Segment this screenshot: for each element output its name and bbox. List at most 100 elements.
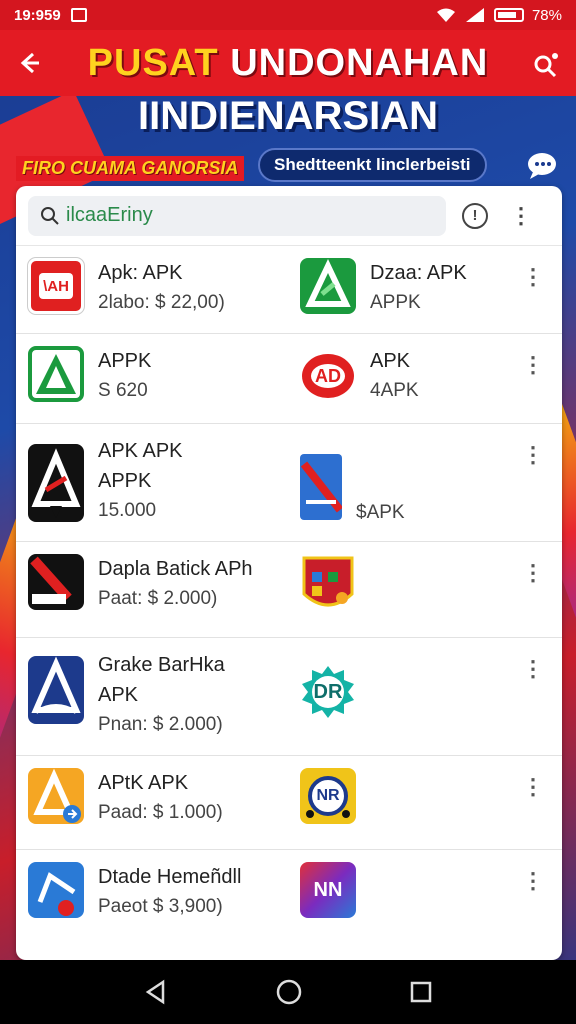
black-a-icon — [28, 444, 84, 522]
filter-pill[interactable]: Shedtteenkt linclerbeisti — [258, 148, 487, 182]
green-triangle-icon — [300, 258, 356, 314]
notification-icon — [70, 8, 87, 22]
app-item[interactable]: Dzaa: APK APPK — [288, 246, 560, 333]
wifi-icon — [436, 8, 455, 22]
nav-recents-icon[interactable] — [409, 980, 433, 1004]
info-button[interactable]: ! — [462, 202, 488, 229]
green-outline-triangle-icon — [28, 346, 84, 402]
icon-glyph: NN — [313, 878, 343, 901]
nr-badge-icon: NR — [300, 768, 356, 824]
app-price: Paat: $ 2.000) — [98, 588, 218, 609]
row-menu-button[interactable]: ⋮ — [522, 264, 544, 290]
list-row: Dtade Hemeñdll Paeot $ 3,900) NN ⋮ — [16, 850, 562, 960]
list-row: APtK APK Paad: $ 1.000) NR ⋮ — [16, 756, 562, 850]
dr-flower-icon: DR — [300, 664, 356, 720]
blue-card-icon — [300, 454, 342, 520]
app-name: Dtade Hemeñdll — [98, 866, 242, 888]
app-item[interactable]: DR — [288, 638, 560, 755]
row-menu-button[interactable]: ⋮ — [522, 656, 544, 682]
red-ah-icon: \AH — [28, 258, 84, 314]
app-item[interactable]: AD APK 4APK — [288, 334, 560, 423]
search-box[interactable] — [28, 195, 446, 236]
app-item[interactable]: APPK S 620 — [16, 334, 288, 423]
app-item[interactable] — [288, 542, 560, 637]
chat-button[interactable] — [522, 148, 562, 182]
app-price: 15.000 — [98, 500, 157, 521]
row-menu-button[interactable]: ⋮ — [522, 442, 544, 468]
app-item[interactable]: NR — [288, 756, 560, 849]
app-name: APtK APK — [98, 772, 189, 794]
app-price: Pnan: $ 2.000) — [98, 714, 223, 735]
orange-a-icon — [28, 768, 84, 824]
app-item[interactable]: Dtade Hemeñdll Paeot $ 3,900) — [16, 850, 288, 960]
app-price: 2labo: $ 22,00) — [98, 292, 225, 313]
row-menu-button[interactable]: ⋮ — [522, 774, 544, 800]
search-icon — [41, 206, 59, 225]
status-time: 19:959 — [14, 6, 61, 24]
app-item[interactable]: \AH Apk: APK 2labo: $ 22,00) — [16, 246, 288, 333]
row-menu-button[interactable]: ⋮ — [522, 560, 544, 586]
app-price: 4APK — [370, 380, 419, 401]
app-name: APK APK — [98, 440, 183, 462]
app-item[interactable]: Dapla Batick APh Paat: $ 2.000) — [16, 542, 288, 637]
back-arrow-icon — [20, 52, 39, 74]
icon-glyph: \AH — [39, 273, 73, 299]
app-item[interactable]: APtK APK Paad: $ 1.000) — [16, 756, 288, 849]
status-icons: 78% — [436, 7, 562, 24]
app-name: Dapla Batick APh — [98, 558, 253, 580]
title-main: UNDONAHAN — [230, 41, 489, 84]
app-name: Dzaa: APK — [370, 262, 467, 284]
app-item[interactable]: NN — [288, 850, 560, 960]
app-name: APK — [370, 350, 411, 372]
navy-a-icon — [28, 656, 84, 724]
app-name-line2: APPK — [98, 470, 152, 492]
red-ad-icon: AD — [300, 346, 356, 402]
app-header: PUSAT UNDONAHAN — [0, 30, 576, 96]
status-bar: 19:959 78% — [0, 0, 576, 30]
app-name: APPK — [98, 350, 152, 372]
app-price: S 620 — [98, 380, 148, 401]
list-row: APPK S 620 AD APK 4APK ⋮ — [16, 334, 562, 424]
icon-glyph: AD — [315, 365, 341, 386]
page-subtitle: IINDIENARSIAN — [137, 94, 439, 138]
list-row: APK APK APPK 15.000 $APK ⋮ — [16, 424, 562, 542]
row-menu-button[interactable]: ⋮ — [522, 868, 544, 894]
app-item[interactable]: APK APK APPK 15.000 — [16, 424, 288, 541]
page-title: PUSAT UNDONAHAN — [60, 42, 516, 85]
app-item[interactable]: Grake BarHka APK Pnan: $ 2.000) — [16, 638, 288, 755]
blue-square-icon — [28, 862, 84, 918]
back-button[interactable] — [0, 30, 60, 96]
app-price: APPK — [370, 292, 421, 313]
signal-icon — [465, 8, 484, 22]
app-name-line2: APK — [98, 684, 139, 706]
app-price: Paad: $ 1.000) — [98, 802, 223, 823]
app-name: Apk: APK — [98, 262, 183, 284]
title-accent: PUSAT — [87, 41, 219, 84]
row-menu-button[interactable]: ⋮ — [522, 352, 544, 378]
list-row: Dapla Batick APh Paat: $ 2.000) ⋮ — [16, 542, 562, 638]
system-nav-bar — [0, 960, 576, 1024]
app-list-card: ! ⋮ \AH Apk: APK 2labo: $ 22,00) Dzaa: AP… — [16, 186, 562, 960]
battery-percent: 78% — [531, 6, 562, 24]
nav-home-icon[interactable] — [275, 978, 303, 1006]
chat-icon — [528, 153, 556, 179]
shield-apps-icon — [300, 554, 356, 616]
search-input[interactable] — [66, 204, 426, 227]
black-red-stripe-icon — [28, 554, 84, 610]
app-price: $APK — [356, 502, 405, 523]
app-name: Grake BarHka — [98, 654, 225, 676]
overflow-menu-button[interactable]: ⋮ — [510, 204, 532, 227]
gradient-nn-icon: NN — [300, 862, 356, 918]
icon-glyph: NR — [316, 787, 340, 804]
share-search-button[interactable] — [516, 30, 576, 96]
nav-back-icon[interactable] — [143, 979, 169, 1005]
battery-icon — [493, 8, 524, 22]
app-item[interactable]: $APK — [288, 424, 560, 541]
app-price: Paeot $ 3,900) — [98, 896, 223, 917]
list-row: \AH Apk: APK 2labo: $ 22,00) Dzaa: APK APP… — [16, 246, 562, 334]
list-row: Grake BarHka APK Pnan: $ 2.000) DR ⋮ — [16, 638, 562, 756]
search-row: ! ⋮ — [16, 186, 562, 246]
icon-glyph: DR — [313, 680, 343, 703]
search-share-icon — [534, 53, 558, 78]
promo-label: FIRO CUAMA GANORSIA — [16, 156, 245, 181]
